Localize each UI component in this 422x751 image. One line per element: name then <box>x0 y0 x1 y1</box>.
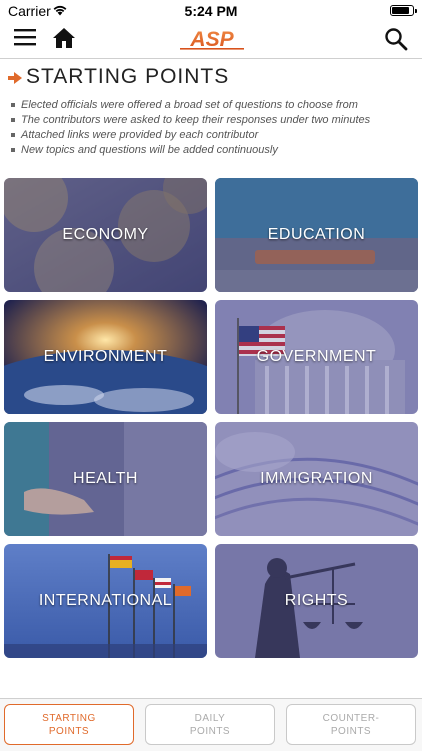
topic-label: ECONOMY <box>62 226 149 243</box>
bullet-item: The contributors were asked to keep thei… <box>10 113 415 128</box>
asp-logo[interactable]: ASP <box>176 26 248 52</box>
tab-label-line2: POINTS <box>330 725 372 737</box>
topic-label: INTERNATIONAL <box>38 592 173 609</box>
topic-tile-government[interactable]: GOVERNMENT <box>215 300 418 414</box>
tab-daily-points[interactable]: DAILY POINTS <box>145 704 275 745</box>
topic-label: RIGHTS <box>284 592 349 609</box>
menu-icon[interactable] <box>14 28 40 52</box>
topic-tile-rights[interactable]: RIGHTS <box>215 544 418 658</box>
bullet-item: Elected officials were offered a broad s… <box>10 98 415 113</box>
tab-label: DAILY POINTS <box>190 712 230 738</box>
battery-icon <box>390 5 417 16</box>
tab-starting-points[interactable]: STARTING POINTS <box>4 704 134 745</box>
topic-label: HEALTH <box>73 470 138 487</box>
tab-label: COUNTER- POINTS <box>323 712 380 738</box>
arrow-right-icon <box>8 71 22 89</box>
page-title: STARTING POINTS <box>26 65 230 88</box>
bottom-tab-bar: STARTING POINTS DAILY POINTS COUNTER- POINT… <box>0 698 422 751</box>
logo-text: ASP <box>189 28 234 51</box>
bullet-item: New topics and questions will be added c… <box>10 143 415 158</box>
topic-label: EDUCATION <box>267 226 366 243</box>
topic-tile-health[interactable]: HEALTH <box>4 422 207 536</box>
top-nav-bar: ASP <box>0 22 422 59</box>
topic-tile-economy[interactable]: ECONOMY <box>4 178 207 292</box>
topic-tile-education[interactable]: EDUCATION <box>215 178 418 292</box>
bullet-item: Attached links were provided by each con… <box>10 128 415 143</box>
topic-tile-international[interactable]: INTERNATIONAL <box>4 544 207 658</box>
search-icon[interactable] <box>384 27 408 51</box>
tab-label-line1: COUNTER- <box>322 712 380 724</box>
tab-label: STARTING POINTS <box>42 712 96 738</box>
tab-label-line1: STARTING <box>42 712 96 724</box>
status-bar: Carrier 5:24 PM <box>0 0 422 22</box>
home-icon[interactable] <box>52 26 76 50</box>
topic-tile-environment[interactable]: ENVIRONMENT <box>4 300 207 414</box>
tab-label-line2: POINTS <box>189 725 231 737</box>
clock: 5:24 PM <box>184 3 238 19</box>
topic-tile-immigration[interactable]: IMMIGRATION <box>215 422 418 536</box>
intro-bullet-list: Elected officials were offered a broad s… <box>10 98 415 158</box>
topic-label: ENVIRONMENT <box>43 348 168 365</box>
topic-label: GOVERNMENT <box>256 348 377 365</box>
topic-label: IMMIGRATION <box>260 470 373 487</box>
tab-label-line2: POINTS <box>48 725 90 737</box>
tab-label-line1: DAILY <box>194 712 226 724</box>
tab-counter-points[interactable]: COUNTER- POINTS <box>286 704 416 745</box>
